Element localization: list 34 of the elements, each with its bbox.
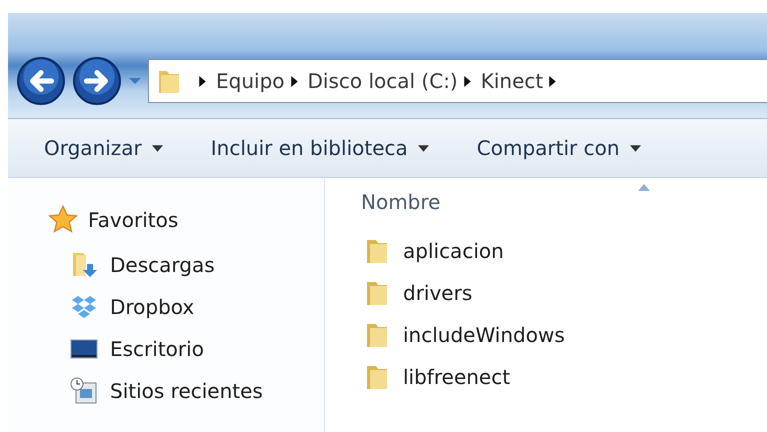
download-folder-icon: [70, 251, 98, 279]
folder-icon: [365, 363, 389, 391]
breadcrumb-arrow-icon[interactable]: [549, 76, 556, 86]
sidebar-item[interactable]: Sitios recientes: [110, 379, 263, 403]
folder-icon: [365, 279, 389, 307]
breadcrumb-arrow-icon[interactable]: [464, 76, 471, 86]
sidebar-item[interactable]: Descargas: [110, 253, 215, 277]
folder-name[interactable]: aplicacion: [403, 239, 504, 263]
dropbox-icon: [70, 293, 98, 321]
forward-button[interactable]: [72, 56, 122, 106]
caret-icon: [418, 144, 429, 152]
caret-icon: [630, 144, 641, 152]
folder-icon: [365, 321, 389, 349]
breadcrumb[interactable]: Equipo: [216, 69, 284, 93]
address-bar[interactable]: Equipo Disco local (C:) Kinect: [148, 59, 767, 103]
recent-places-icon: [70, 377, 98, 405]
folder-icon: [365, 237, 389, 265]
folder-name[interactable]: includeWindows: [403, 323, 565, 347]
toolbar-menu-button[interactable]: Compartir con: [466, 130, 651, 166]
breadcrumb[interactable]: Kinect: [480, 69, 544, 93]
column-header[interactable]: Nombre: [361, 190, 440, 214]
sidebar-header[interactable]: Favoritos: [88, 208, 178, 232]
star-icon: [48, 205, 78, 235]
folder-name[interactable]: libfreenect: [403, 365, 510, 389]
back-button[interactable]: [16, 56, 66, 106]
toolbar-menu-button[interactable]: Incluir en biblioteca: [200, 130, 439, 166]
toolbar-menu-button[interactable]: Organizar: [34, 130, 173, 166]
breadcrumb[interactable]: Disco local (C:): [308, 69, 458, 93]
caret-icon: [152, 144, 163, 152]
breadcrumb-arrow-icon[interactable]: [199, 76, 206, 86]
sidebar-item[interactable]: Escritorio: [110, 337, 204, 361]
folder-name[interactable]: drivers: [403, 281, 472, 305]
sidebar-item[interactable]: Dropbox: [110, 295, 194, 319]
breadcrumb-arrow-icon[interactable]: [290, 76, 298, 86]
